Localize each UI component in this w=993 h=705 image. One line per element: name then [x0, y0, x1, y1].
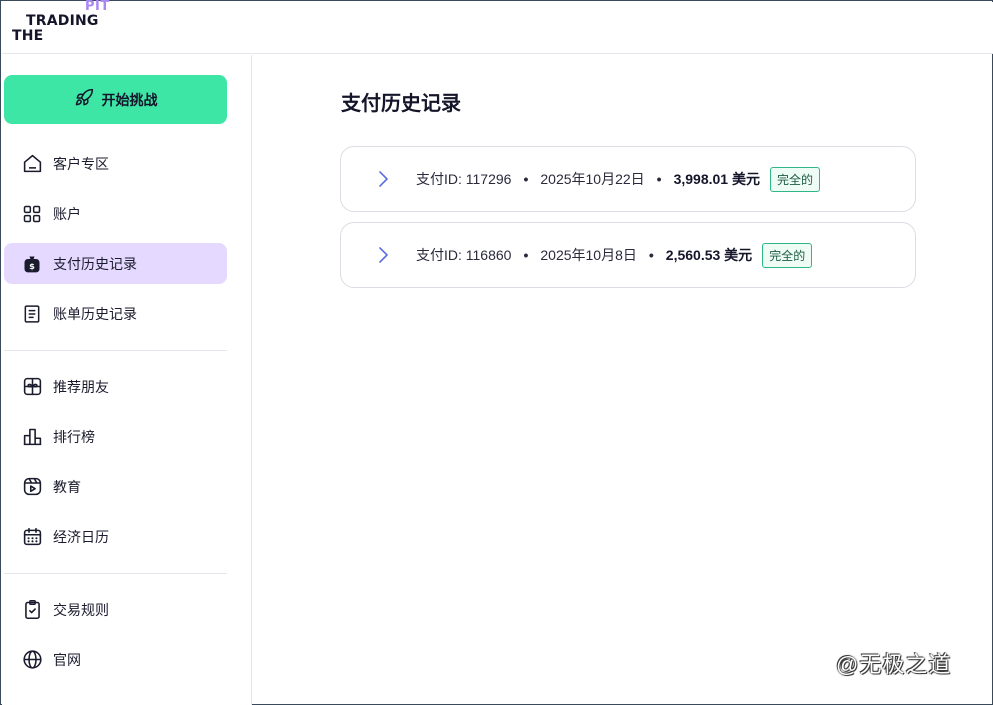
sidebar-item-label: 经济日历 — [53, 528, 109, 545]
sidebar-item-education[interactable]: 教育 — [4, 466, 227, 507]
globe-icon — [21, 649, 43, 671]
education-play-icon — [21, 476, 43, 498]
payment-row[interactable]: 支付ID: 117296 • 2025年10月22日 • 3,998.01 美元… — [340, 146, 916, 212]
top-bar: PIT TRADING THE — [2, 0, 993, 54]
payment-date: 2025年10月8日 — [540, 247, 637, 263]
start-challenge-button[interactable]: 开始挑战 — [4, 75, 227, 124]
sidebar-item-label: 支付历史记录 — [53, 255, 137, 272]
home-icon — [21, 153, 43, 175]
leaderboard-icon — [21, 426, 43, 448]
chevron-right-icon[interactable] — [375, 169, 391, 189]
invoice-icon — [21, 303, 43, 325]
separator-dot: • — [523, 171, 529, 187]
sidebar-item-label: 排行榜 — [53, 428, 95, 445]
payment-date: 2025年10月22日 — [540, 171, 645, 187]
sidebar-item-payout-history[interactable]: $ 支付历史记录 — [4, 243, 227, 284]
status-badge: 完全的 — [762, 242, 813, 268]
sidebar-item-leaderboard[interactable]: 排行榜 — [4, 416, 227, 457]
payment-id: 支付ID: 117296 — [416, 171, 512, 187]
gift-icon — [21, 376, 43, 398]
payout-bag-icon: $ — [21, 253, 43, 275]
grid-icon — [21, 203, 43, 225]
sidebar-item-label: 交易规则 — [53, 601, 109, 618]
logo-the: THE — [12, 28, 44, 44]
calendar-icon — [21, 526, 43, 548]
sidebar-item-label: 客户专区 — [53, 155, 109, 172]
chevron-right-icon[interactable] — [375, 245, 391, 265]
sidebar-item-accounts[interactable]: 账户 — [4, 193, 227, 234]
status-badge: 完全的 — [769, 166, 820, 192]
start-challenge-label: 开始挑战 — [101, 91, 158, 108]
sidebar-item-label: 推荐朋友 — [53, 378, 109, 395]
separator-dot: • — [656, 171, 662, 187]
payment-summary: 支付ID: 116860 • 2025年10月8日 • 2,560.53 美元 … — [416, 223, 813, 287]
sidebar-item-label: 教育 — [53, 478, 81, 495]
watermark: @无极之道 — [836, 652, 952, 677]
sidebar-item-official-website[interactable]: 官网 — [4, 639, 227, 680]
clipboard-check-icon — [21, 599, 43, 621]
payment-row[interactable]: 支付ID: 116860 • 2025年10月8日 • 2,560.53 美元 … — [340, 222, 916, 288]
logo-trading: TRADING — [26, 13, 99, 29]
sidebar-item-label: 账户 — [53, 205, 81, 222]
separator-dot: • — [648, 247, 654, 263]
payment-amount: 2,560.53 美元 — [665, 247, 753, 263]
page-title: 支付历史记录 — [341, 93, 461, 115]
svg-text:$: $ — [29, 261, 35, 271]
sidebar-item-trading-rules[interactable]: 交易规则 — [4, 589, 227, 630]
separator-dot: • — [523, 247, 529, 263]
logo-pit: PIT — [85, 0, 110, 14]
sidebar-item-economic-calendar[interactable]: 经济日历 — [4, 516, 227, 557]
rocket-icon — [74, 88, 94, 111]
the-trading-pit-logo[interactable]: PIT TRADING THE — [12, 0, 112, 46]
sidebar-item-client-area[interactable]: 客户专区 — [4, 143, 227, 184]
sidebar-item-billing-history[interactable]: 账单历史记录 — [4, 293, 227, 334]
sidebar-divider — [4, 350, 227, 351]
sidebar-item-refer-friends[interactable]: 推荐朋友 — [4, 366, 227, 407]
payment-summary: 支付ID: 117296 • 2025年10月22日 • 3,998.01 美元… — [416, 147, 820, 211]
payment-id: 支付ID: 116860 — [416, 247, 512, 263]
sidebar-item-label: 官网 — [53, 651, 81, 668]
sidebar: 开始挑战 客户专区 账户 $ 支付历史记录 账单历史记录 推荐朋友 排行榜 教育… — [2, 55, 252, 705]
sidebar-item-label: 账单历史记录 — [53, 305, 137, 322]
payment-amount: 3,998.01 美元 — [673, 171, 760, 187]
sidebar-divider — [4, 573, 227, 574]
app-window: PIT TRADING THE 开始挑战 客户专区 账户 $ 支付历史记录 账单… — [0, 0, 993, 705]
